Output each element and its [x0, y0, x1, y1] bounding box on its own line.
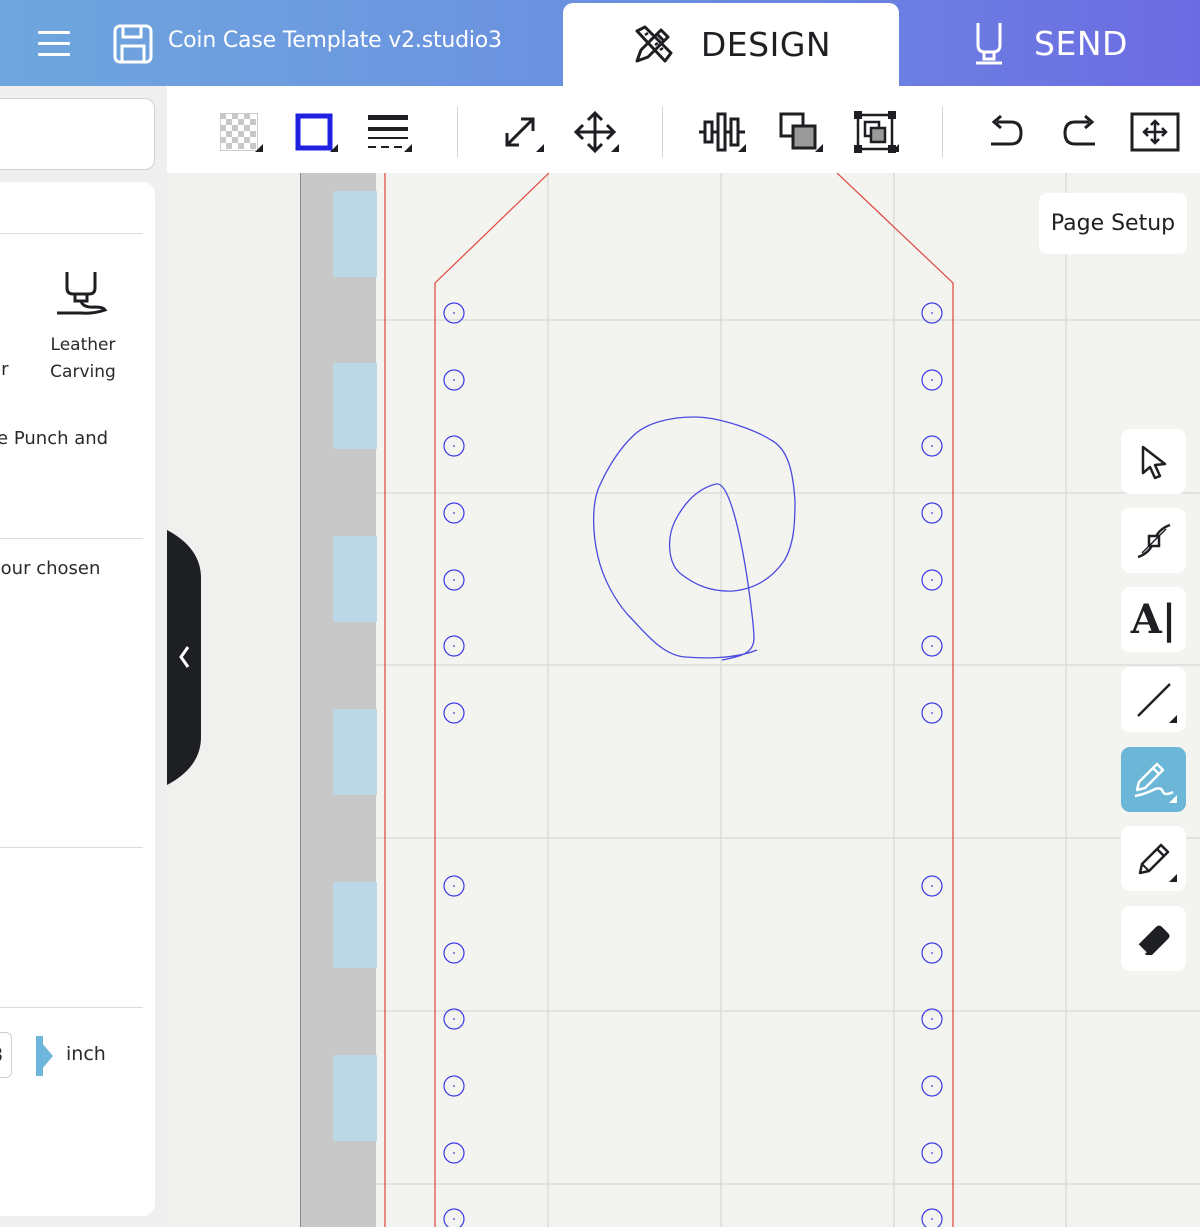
line-tool-icon[interactable]	[1121, 667, 1186, 732]
punch-hole-center	[931, 1018, 933, 1020]
punch-hole[interactable]	[921, 1208, 943, 1227]
design-icon	[635, 25, 673, 62]
punch-hole-center	[453, 379, 455, 381]
tab-send-label: SEND	[1034, 23, 1128, 63]
resize-icon[interactable]	[494, 106, 546, 158]
tab-send[interactable]: SEND	[900, 0, 1200, 86]
punch-hole-center	[453, 645, 455, 647]
punch-hole-center	[931, 952, 933, 954]
redo-icon[interactable]	[1055, 106, 1107, 158]
panel-text-fragment: your chosen	[0, 558, 101, 579]
menu-icon[interactable]	[38, 31, 70, 57]
leather-carving-icon[interactable]	[53, 270, 109, 322]
punch-hole-center	[931, 379, 933, 381]
text-icon[interactable]: A|	[1121, 587, 1186, 652]
punch-hole[interactable]	[443, 1208, 465, 1227]
punch-hole-center	[931, 712, 933, 714]
punch-hole-center	[931, 1085, 933, 1087]
move-icon[interactable]	[569, 106, 621, 158]
punch-hole-center	[931, 312, 933, 314]
page-setup-button[interactable]: Page Setup	[1039, 193, 1187, 254]
eraser-icon[interactable]	[1121, 906, 1186, 971]
divider	[0, 538, 143, 539]
pencil-icon[interactable]	[1121, 826, 1186, 891]
fit-to-window-icon[interactable]	[1129, 106, 1181, 158]
select-icon[interactable]	[1121, 429, 1186, 494]
panel-text-fragment: te Punch and	[0, 428, 109, 449]
send-icon	[976, 23, 1003, 65]
punch-hole-center	[453, 712, 455, 714]
left-panel: Leather Carving er te Punch and your cho…	[0, 182, 155, 1216]
design-canvas[interactable]	[167, 173, 1200, 1227]
search-input[interactable]	[0, 98, 155, 170]
divider	[0, 233, 143, 234]
punch-hole-center	[931, 579, 933, 581]
punch-hole-center	[453, 1085, 455, 1087]
design-artwork[interactable]	[167, 173, 1200, 1227]
fill-icon[interactable]	[213, 106, 265, 158]
punch-hole-center	[453, 312, 455, 314]
punch-hole-center	[931, 445, 933, 447]
divider	[0, 847, 143, 848]
punch-hole-center	[453, 579, 455, 581]
top-bar: Coin Case Template v2.studio3 DESIGN SEN…	[0, 0, 1200, 86]
line-color-icon[interactable]	[288, 106, 340, 158]
punch-hole-center	[931, 645, 933, 647]
panel-text-fragment: er	[0, 359, 9, 380]
arrange-icon[interactable]	[773, 106, 825, 158]
punch-hole-center	[931, 1218, 933, 1220]
unit-arrow-button[interactable]	[36, 1036, 53, 1076]
group-icon[interactable]	[849, 106, 901, 158]
spiral-path[interactable]	[592, 416, 796, 661]
line-style-icon[interactable]	[362, 106, 414, 158]
punch-hole-center	[453, 1018, 455, 1020]
punch-hole-center	[453, 885, 455, 887]
main-toolbar	[167, 86, 1200, 173]
punch-hole-center	[931, 1152, 933, 1154]
collapse-panel-button[interactable]	[167, 530, 201, 785]
sketch-pen-icon[interactable]	[1121, 747, 1186, 812]
punch-hole-center	[453, 1218, 455, 1220]
punch-hole-center	[453, 952, 455, 954]
punch-hole-center	[453, 1152, 455, 1154]
punch-hole-center	[453, 445, 455, 447]
tab-design-label: DESIGN	[700, 25, 832, 64]
leather-carving-label[interactable]: Leather Carving	[36, 332, 130, 386]
document-title: Coin Case Template v2.studio3	[168, 28, 502, 53]
punch-hole-center	[931, 512, 933, 514]
unit-label: inch	[66, 1043, 106, 1065]
punch-hole-center	[453, 512, 455, 514]
save-icon[interactable]	[112, 23, 154, 65]
size-input[interactable]: 8	[0, 1032, 12, 1078]
tab-design[interactable]: DESIGN	[563, 3, 899, 86]
undo-icon[interactable]	[979, 106, 1031, 158]
edit-points-icon[interactable]	[1121, 508, 1186, 573]
punch-hole-center	[931, 885, 933, 887]
divider	[0, 1007, 143, 1008]
align-icon[interactable]	[696, 106, 748, 158]
